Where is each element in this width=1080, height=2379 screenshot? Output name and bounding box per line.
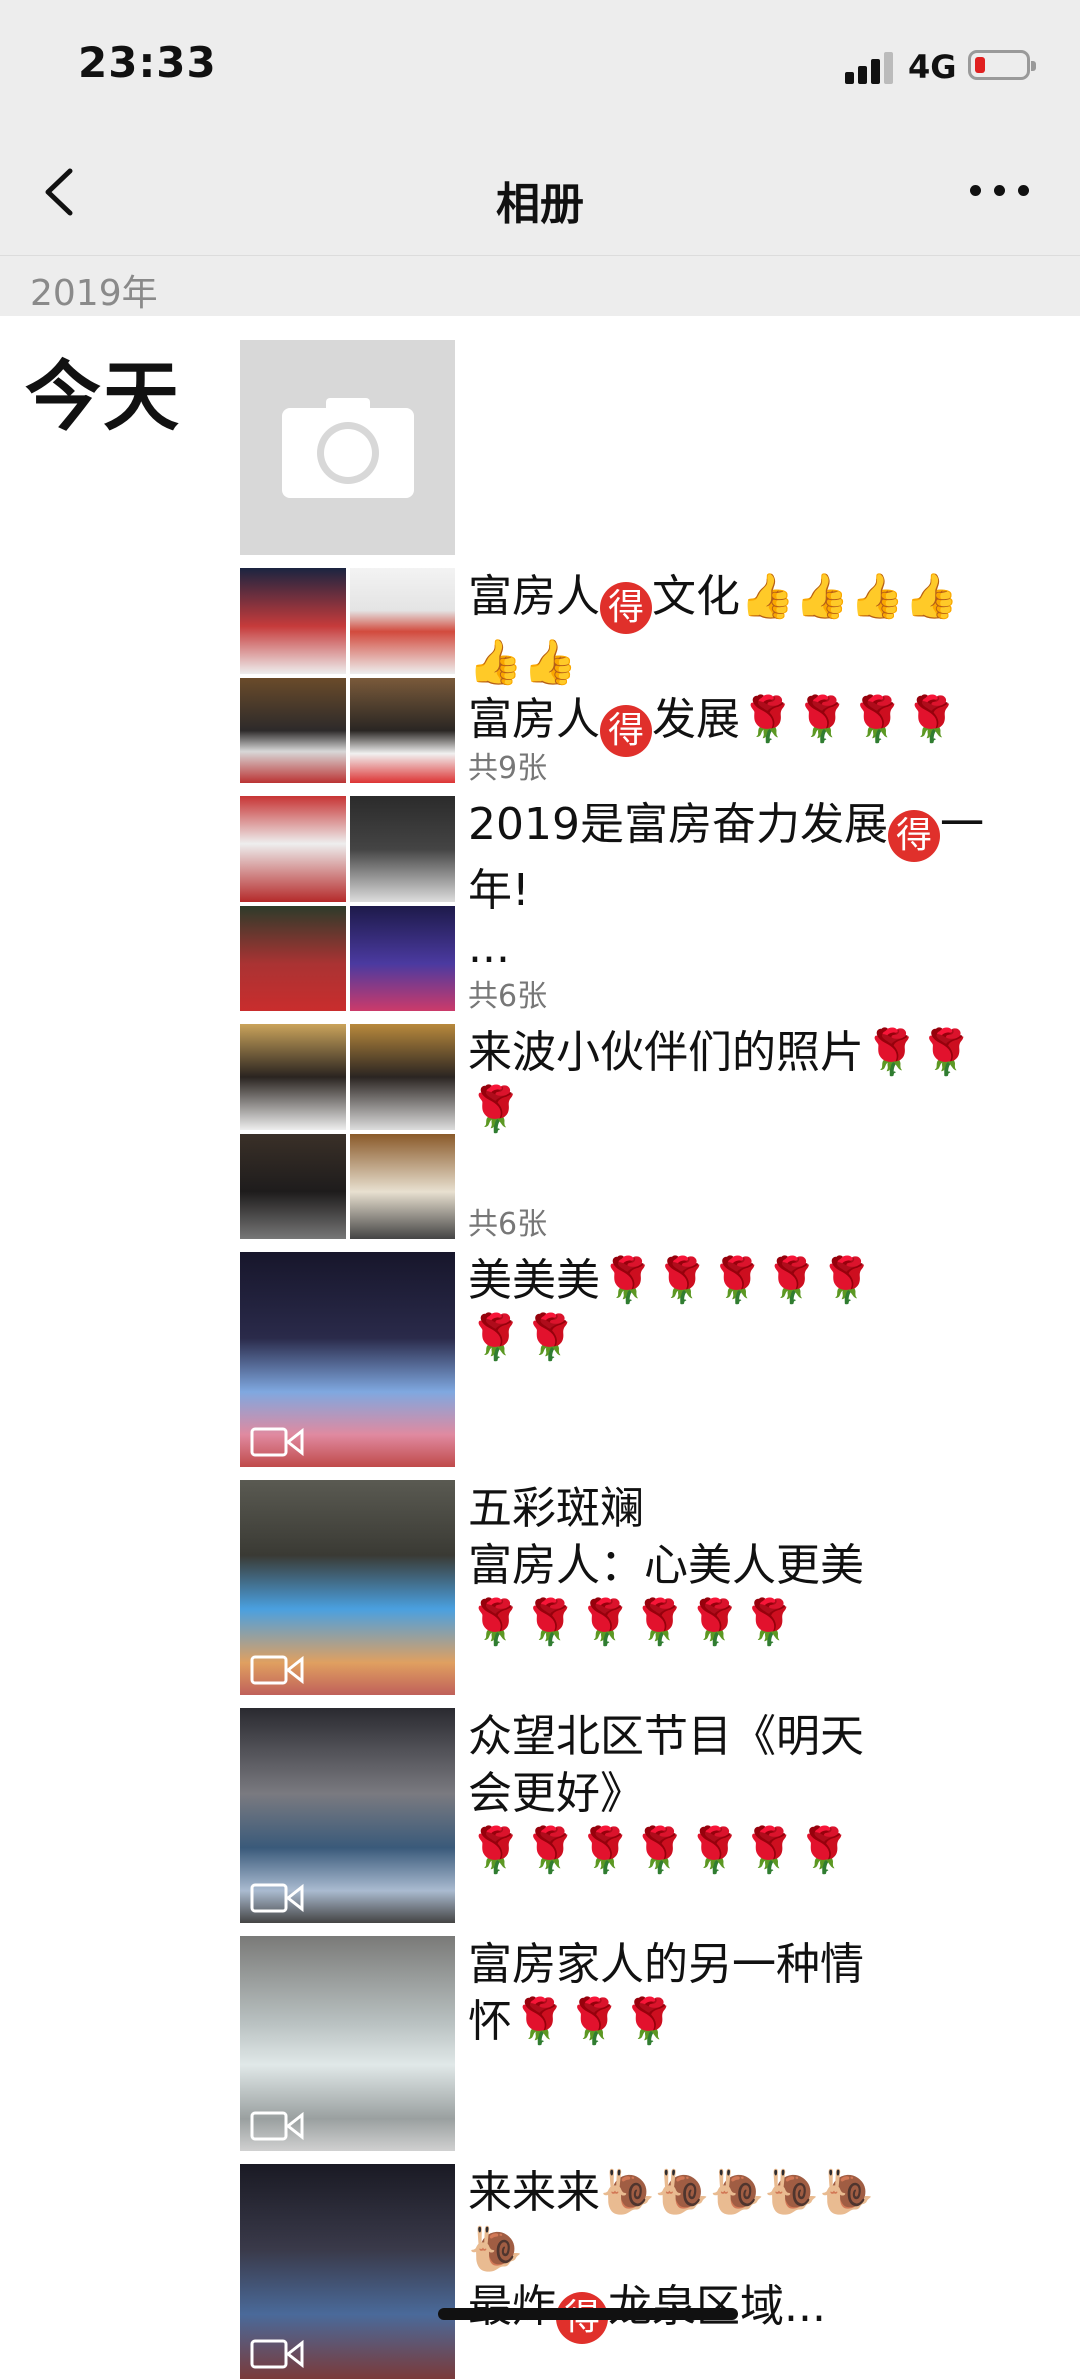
post-text-line: 🌹🌹🌹🌹🌹🌹: [468, 1597, 797, 1648]
status-bar: 23:33 4G: [0, 0, 1080, 130]
post-text-line: 富房人：心美人更美: [468, 1540, 864, 1591]
post-thumbnail: [240, 568, 455, 783]
post-text-line: 富房人得发展🌹🌹🌹🌹: [468, 691, 1048, 757]
post-text-line: 年!: [468, 865, 530, 916]
post-text: 众望北区节目《明天 会更好》 🌹🌹🌹🌹🌹🌹🌹: [468, 1708, 1048, 1879]
de-badge-icon: 得: [887, 810, 940, 862]
album-post[interactable]: 众望北区节目《明天 会更好》 🌹🌹🌹🌹🌹🌹🌹: [240, 1708, 1040, 1923]
post-text-line: 🐌: [468, 2224, 523, 2275]
network-type: 4G: [908, 48, 957, 86]
home-indicator: [438, 2308, 738, 2320]
day-label: 今天: [25, 352, 181, 441]
post-thumbnail: [240, 1024, 455, 1239]
post-thumbnail: [240, 1480, 455, 1695]
signal-icon: [845, 48, 899, 84]
photo-count: 共6张: [468, 1207, 548, 1242]
post-text-line: 来来来🐌🐌🐌🐌🐌: [468, 2167, 874, 2218]
post-text-line: 👍👍: [468, 637, 578, 688]
battery-icon: [968, 50, 1036, 80]
post-text-line: ...: [468, 922, 510, 973]
year-header: 2019年: [0, 256, 1080, 316]
post-text: 2019是富房奋力发展得一年!...: [468, 796, 1048, 976]
post-thumbnail: [240, 1708, 455, 1923]
album-post[interactable]: 富房家人的另一种情 怀🌹🌹🌹: [240, 1936, 1040, 2151]
post-thumbnail: [240, 796, 455, 1011]
photo-count: 共9张: [468, 751, 548, 786]
post-text-line: 富房家人的另一种情: [468, 1939, 864, 1990]
post-text-line: 五彩斑斓: [468, 1483, 644, 1534]
photo-count: 共6张: [468, 979, 548, 1014]
post-text-line: 🌹🌹🌹🌹🌹🌹🌹: [468, 1825, 852, 1876]
post-thumbnail: [240, 2164, 455, 2379]
post-text-line: 怀🌹🌹🌹: [468, 1996, 677, 2047]
post-text-line: 🌹: [468, 1084, 523, 1135]
de-badge-icon: 得: [600, 705, 652, 757]
album-post[interactable]: 2019是富房奋力发展得一年!... 共6张: [240, 796, 1040, 1014]
post-text-line: 🌹🌹: [468, 1312, 578, 1363]
album-post[interactable]: 美美美🌹🌹🌹🌹🌹 🌹🌹: [240, 1252, 1040, 1467]
video-icon: [250, 1427, 304, 1457]
de-badge-icon: 得: [600, 582, 652, 634]
page-title: 相册: [496, 179, 584, 230]
post-thumbnail: [240, 1252, 455, 1467]
post-text-line: 会更好》: [468, 1768, 644, 1819]
camera-icon: [282, 398, 414, 498]
album-post[interactable]: 富房人得文化👍👍👍👍 👍👍 富房人得发展🌹🌹🌹🌹 共9张: [240, 568, 1040, 786]
video-icon: [250, 2339, 304, 2369]
post-text-line: 2019是富房奋力发展得一: [468, 796, 1048, 862]
video-icon: [250, 1883, 304, 1913]
post-text: 富房家人的另一种情 怀🌹🌹🌹: [468, 1936, 1048, 2050]
post-text-line: 来波小伙伴们的照片🌹🌹: [468, 1027, 974, 1078]
nav-bar: 相册: [0, 130, 1080, 256]
post-text-line: 富房人得文化👍👍👍👍: [468, 568, 1048, 634]
post-thumbnail: [240, 1936, 455, 2151]
post-new-photo-button[interactable]: [240, 340, 455, 555]
post-text: 富房人得文化👍👍👍👍 👍👍 富房人得发展🌹🌹🌹🌹: [468, 568, 1048, 757]
more-dots-icon[interactable]: [970, 185, 1030, 201]
video-icon: [250, 1655, 304, 1685]
post-text: 来波小伙伴们的照片🌹🌹 🌹: [468, 1024, 1048, 1138]
year-label: 2019年: [30, 273, 158, 314]
album-post[interactable]: 五彩斑斓富房人：心美人更美 🌹🌹🌹🌹🌹🌹: [240, 1480, 1040, 1695]
post-text: 美美美🌹🌹🌹🌹🌹 🌹🌹: [468, 1252, 1048, 1366]
status-time: 23:33: [78, 38, 217, 87]
video-icon: [250, 2111, 304, 2141]
post-text-line: 众望北区节目《明天: [468, 1711, 864, 1762]
album-post[interactable]: 来波小伙伴们的照片🌹🌹 🌹 共6张: [240, 1024, 1040, 1242]
post-text-line: 美美美🌹🌹🌹🌹🌹: [468, 1255, 874, 1306]
post-text: 五彩斑斓富房人：心美人更美 🌹🌹🌹🌹🌹🌹: [468, 1480, 1048, 1651]
album-post[interactable]: 来来来🐌🐌🐌🐌🐌🐌最炸得龙泉区域...: [240, 2164, 1040, 2379]
